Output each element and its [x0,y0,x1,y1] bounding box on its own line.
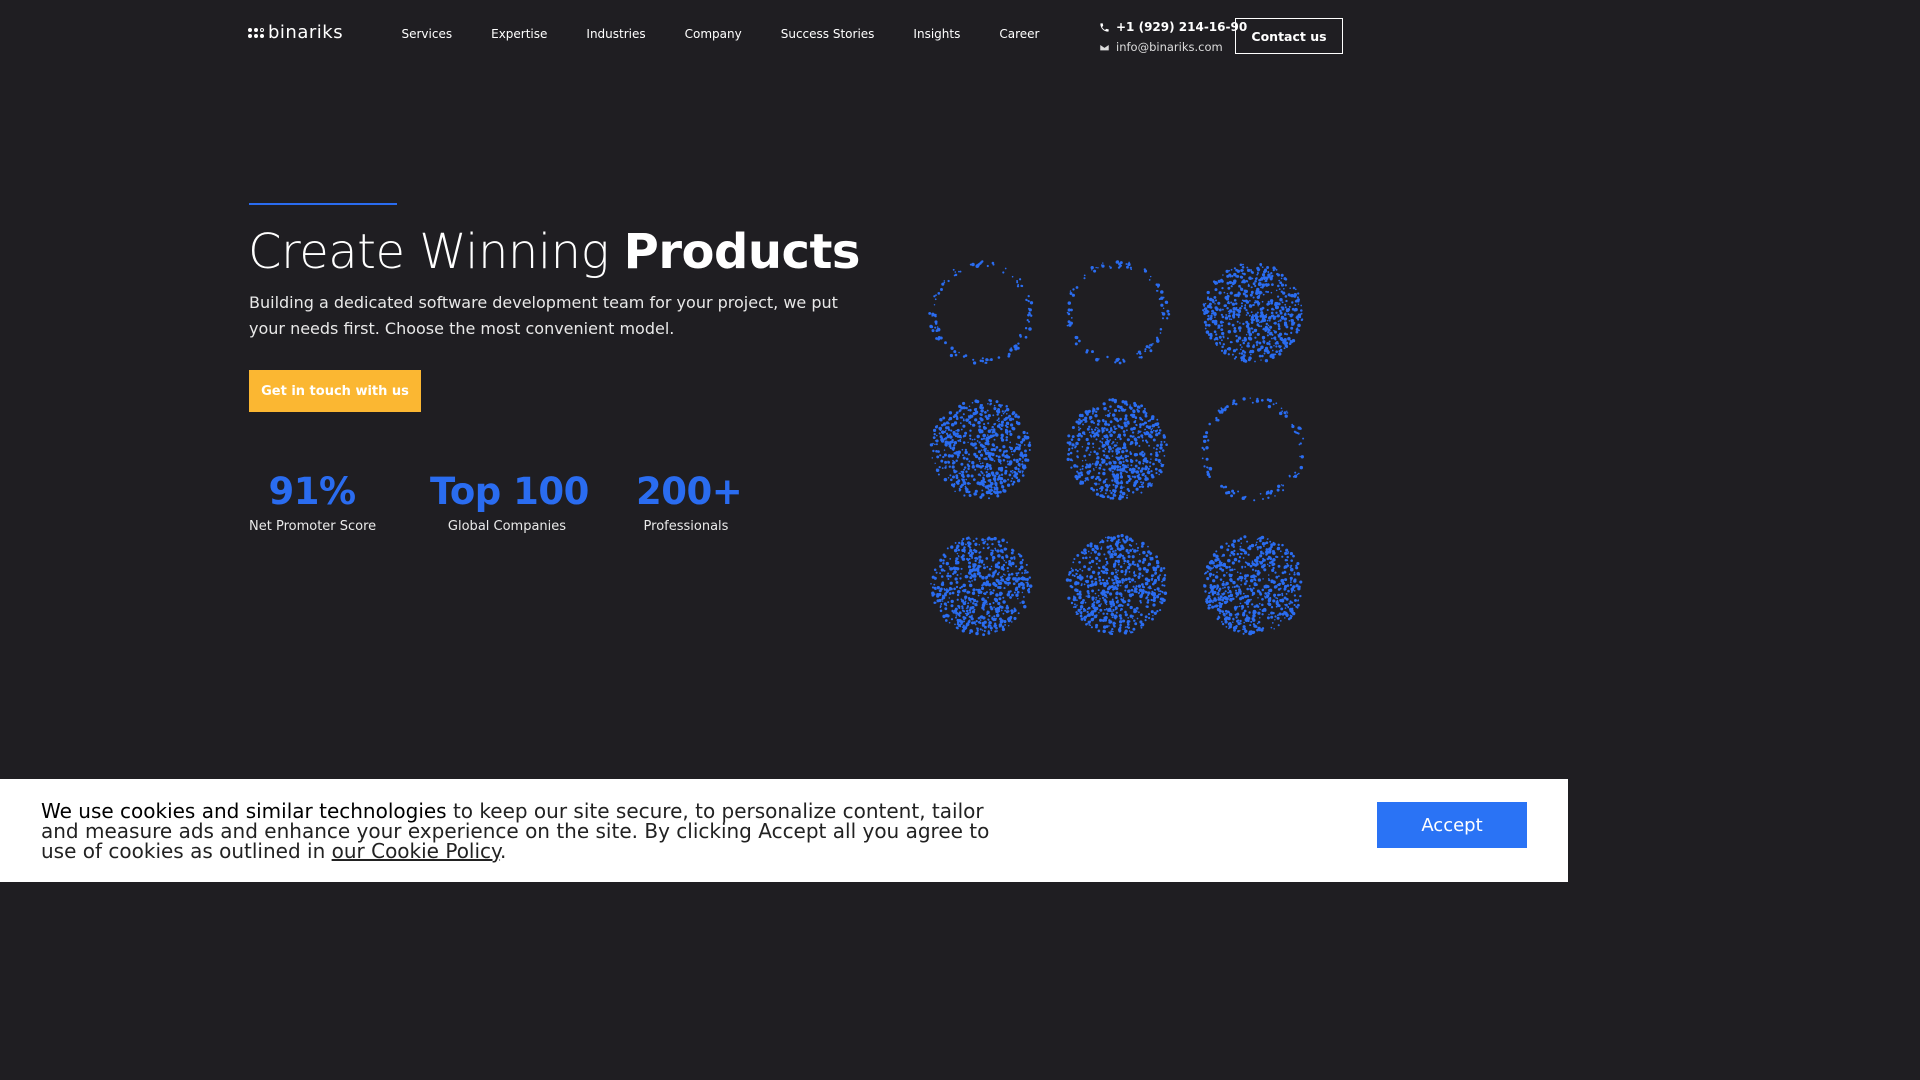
stat-value: 200+ [636,470,743,513]
nav-insights[interactable]: Insights [894,27,980,41]
nav-services[interactable]: Services [382,27,472,41]
stat-value: Top 100 [430,470,589,513]
stat-label: Net Promoter Score [249,519,377,534]
nav-industries[interactable]: Industries [567,27,665,41]
accept-cookies-button[interactable]: Accept [1377,802,1527,848]
email-address[interactable]: info@binariks.com [1116,40,1223,54]
cookie-banner: We use cookies and similar technologies … [0,779,1568,882]
phone-icon [1100,22,1109,32]
nav-company[interactable]: Company [665,27,761,41]
nav-expertise[interactable]: Expertise [472,27,567,41]
hero-title-bold: Products [623,224,861,280]
hero-title: Create Winning Products [248,224,860,280]
site-header: binariks Services Expertise Industries C… [0,0,1568,72]
particle-sphere-grid [928,260,1305,637]
accent-line [249,203,397,205]
cookie-end: . [500,839,507,863]
particle-sphere [930,536,1033,637]
particle-ring [1066,260,1171,365]
cookie-text: We use cookies and similar technologies … [41,801,1021,861]
stat-professionals: 200+ Professionals [636,470,743,534]
particle-sphere [1202,263,1304,363]
brand-logo[interactable]: binariks [248,22,343,43]
hero-title-light: Create Winning [248,224,624,280]
particle-sphere [1065,533,1168,636]
hero-subtitle: Building a dedicated software developmen… [249,293,838,338]
contact-info: +1 (929) 214-16-90 info@binariks.com [1099,17,1247,57]
phone-number[interactable]: +1 (929) 214-16-90 [1116,20,1247,34]
logo-dots-icon [248,27,264,38]
nav-success-stories[interactable]: Success Stories [761,27,894,41]
nav-career[interactable]: Career [980,27,1059,41]
main-nav: Services Expertise Industries Company Su… [382,27,1059,41]
particle-sphere [1203,535,1303,636]
mail-icon [1099,43,1110,51]
particle-ring [928,260,1034,365]
get-in-touch-button[interactable]: Get in touch with us [249,370,421,412]
stat-value: 91% [268,470,356,513]
stat-companies: Top 100 Global Companies [430,470,589,534]
cookie-policy-link[interactable]: our Cookie Policy [332,839,500,863]
email-row[interactable]: info@binariks.com [1099,37,1247,57]
particle-ring [1201,397,1305,502]
stat-nps: 91% Net Promoter Score [249,470,377,534]
contact-us-button[interactable]: Contact us [1235,18,1343,54]
phone-row[interactable]: +1 (929) 214-16-90 [1099,17,1247,37]
stat-label: Professionals [643,519,729,534]
stat-label: Global Companies [447,519,567,534]
brand-name: binariks [268,22,344,43]
particle-sphere [929,399,1032,500]
particle-sphere [1066,398,1168,501]
